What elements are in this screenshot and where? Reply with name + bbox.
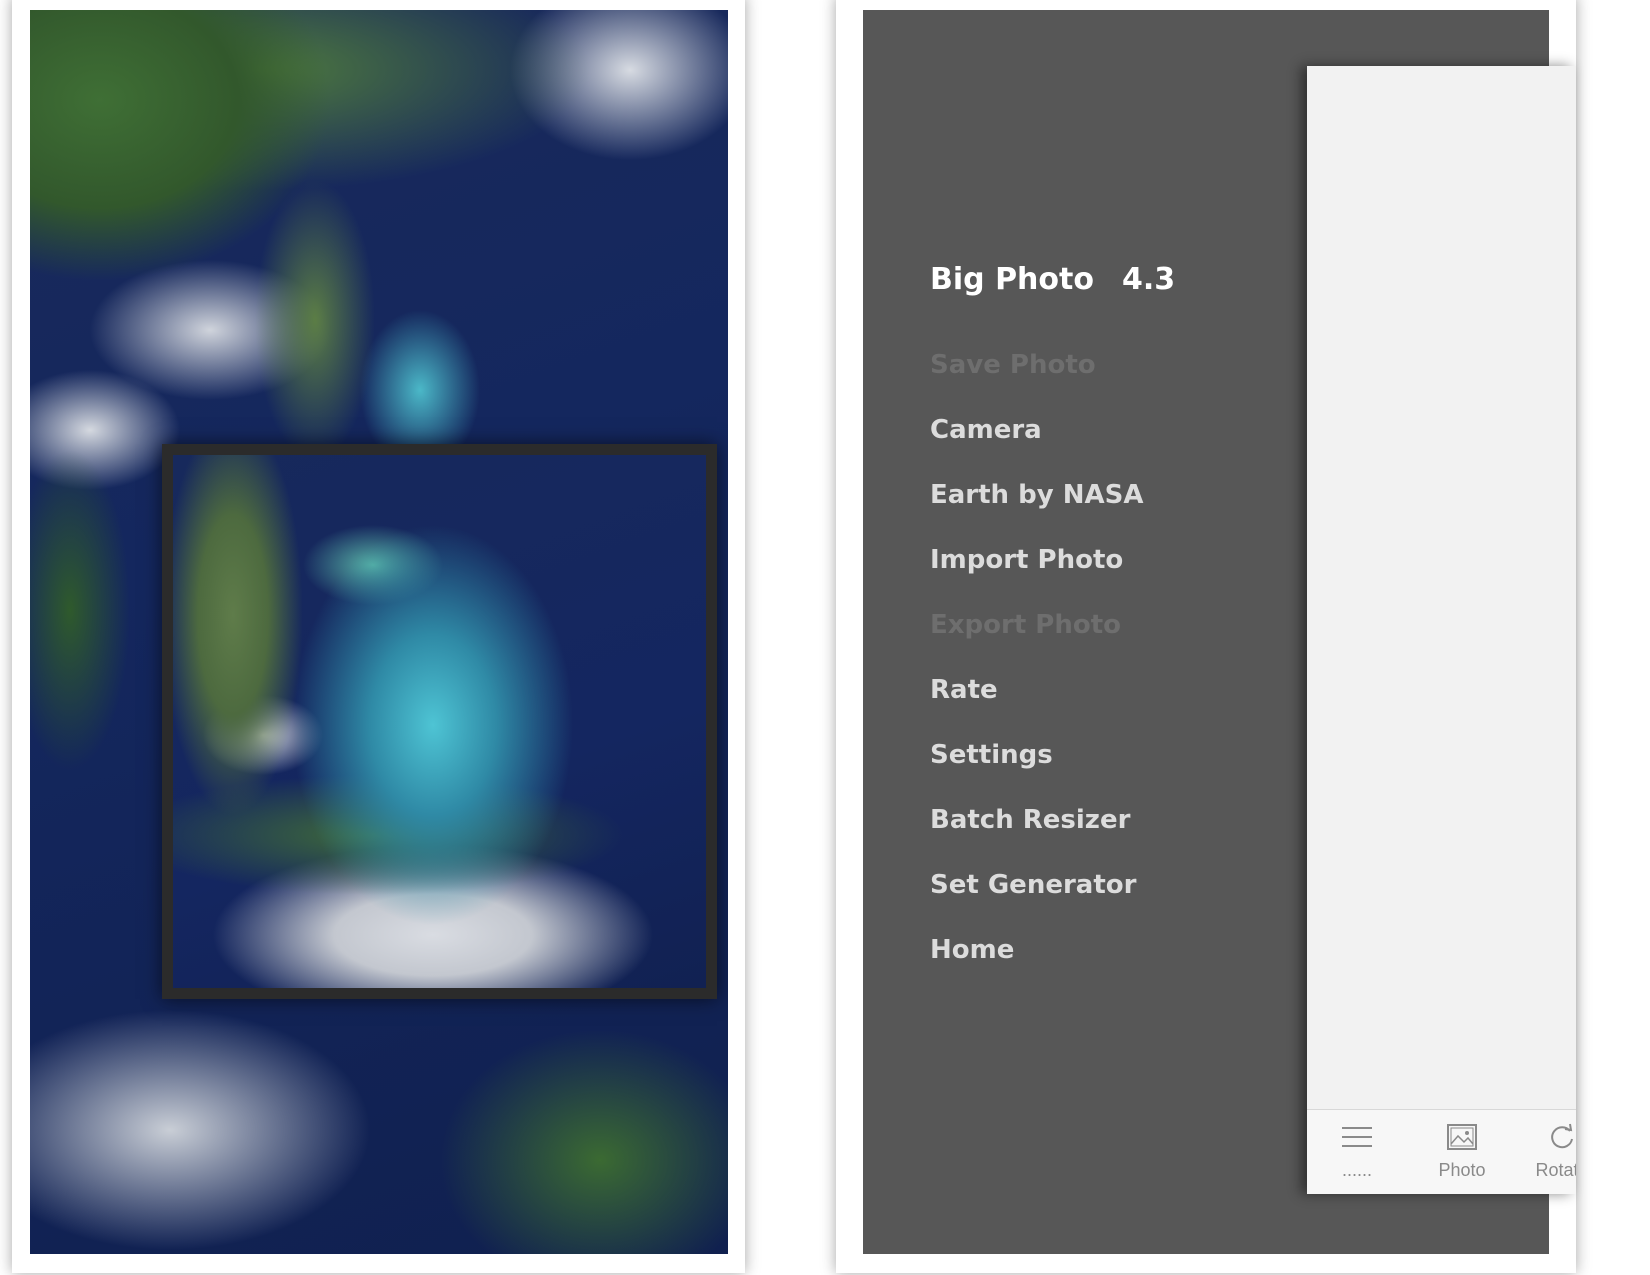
left-phone-screen	[12, 0, 745, 1273]
tab-rotate[interactable]: Rotate	[1512, 1120, 1576, 1181]
right-phone-screen: Big Photo 4.3 Save Photo Camera Earth by …	[836, 0, 1576, 1273]
menu-item-settings[interactable]: Settings	[930, 740, 1053, 770]
satellite-map-image[interactable]	[30, 10, 728, 1254]
menu-item-home[interactable]: Home	[930, 935, 1014, 965]
bottom-tab-bar: ...... Photo Rotat	[1307, 1109, 1576, 1194]
menu-item-set-generator[interactable]: Set Generator	[930, 870, 1136, 900]
menu-item-export-photo[interactable]: Export Photo	[930, 610, 1121, 640]
tab-photo[interactable]: Photo	[1412, 1120, 1512, 1181]
crop-frame[interactable]	[162, 444, 717, 999]
app-title: Big Photo 4.3	[930, 262, 1175, 297]
menu-item-batch-resizer[interactable]: Batch Resizer	[930, 805, 1130, 835]
tab-menu[interactable]: ......	[1307, 1120, 1407, 1181]
hamburger-icon	[1307, 1120, 1407, 1154]
rotate-icon	[1512, 1120, 1576, 1154]
tab-photo-label: Photo	[1438, 1160, 1486, 1180]
menu-item-import-photo[interactable]: Import Photo	[930, 545, 1123, 575]
tab-rotate-label: Rotate	[1535, 1160, 1576, 1180]
app-name: Big Photo	[930, 262, 1094, 297]
tab-menu-label: ......	[1341, 1160, 1372, 1180]
main-content-card[interactable]: ...... Photo Rotat	[1307, 66, 1576, 1194]
image-icon	[1412, 1120, 1512, 1154]
menu-item-save-photo[interactable]: Save Photo	[930, 350, 1096, 380]
menu-item-camera[interactable]: Camera	[930, 415, 1042, 445]
menu-item-earth-by-nasa[interactable]: Earth by NASA	[930, 480, 1143, 510]
side-menu: Big Photo 4.3 Save Photo Camera Earth by …	[863, 10, 1576, 1254]
menu-item-rate[interactable]: Rate	[930, 675, 998, 705]
app-version: 4.3	[1121, 262, 1176, 297]
